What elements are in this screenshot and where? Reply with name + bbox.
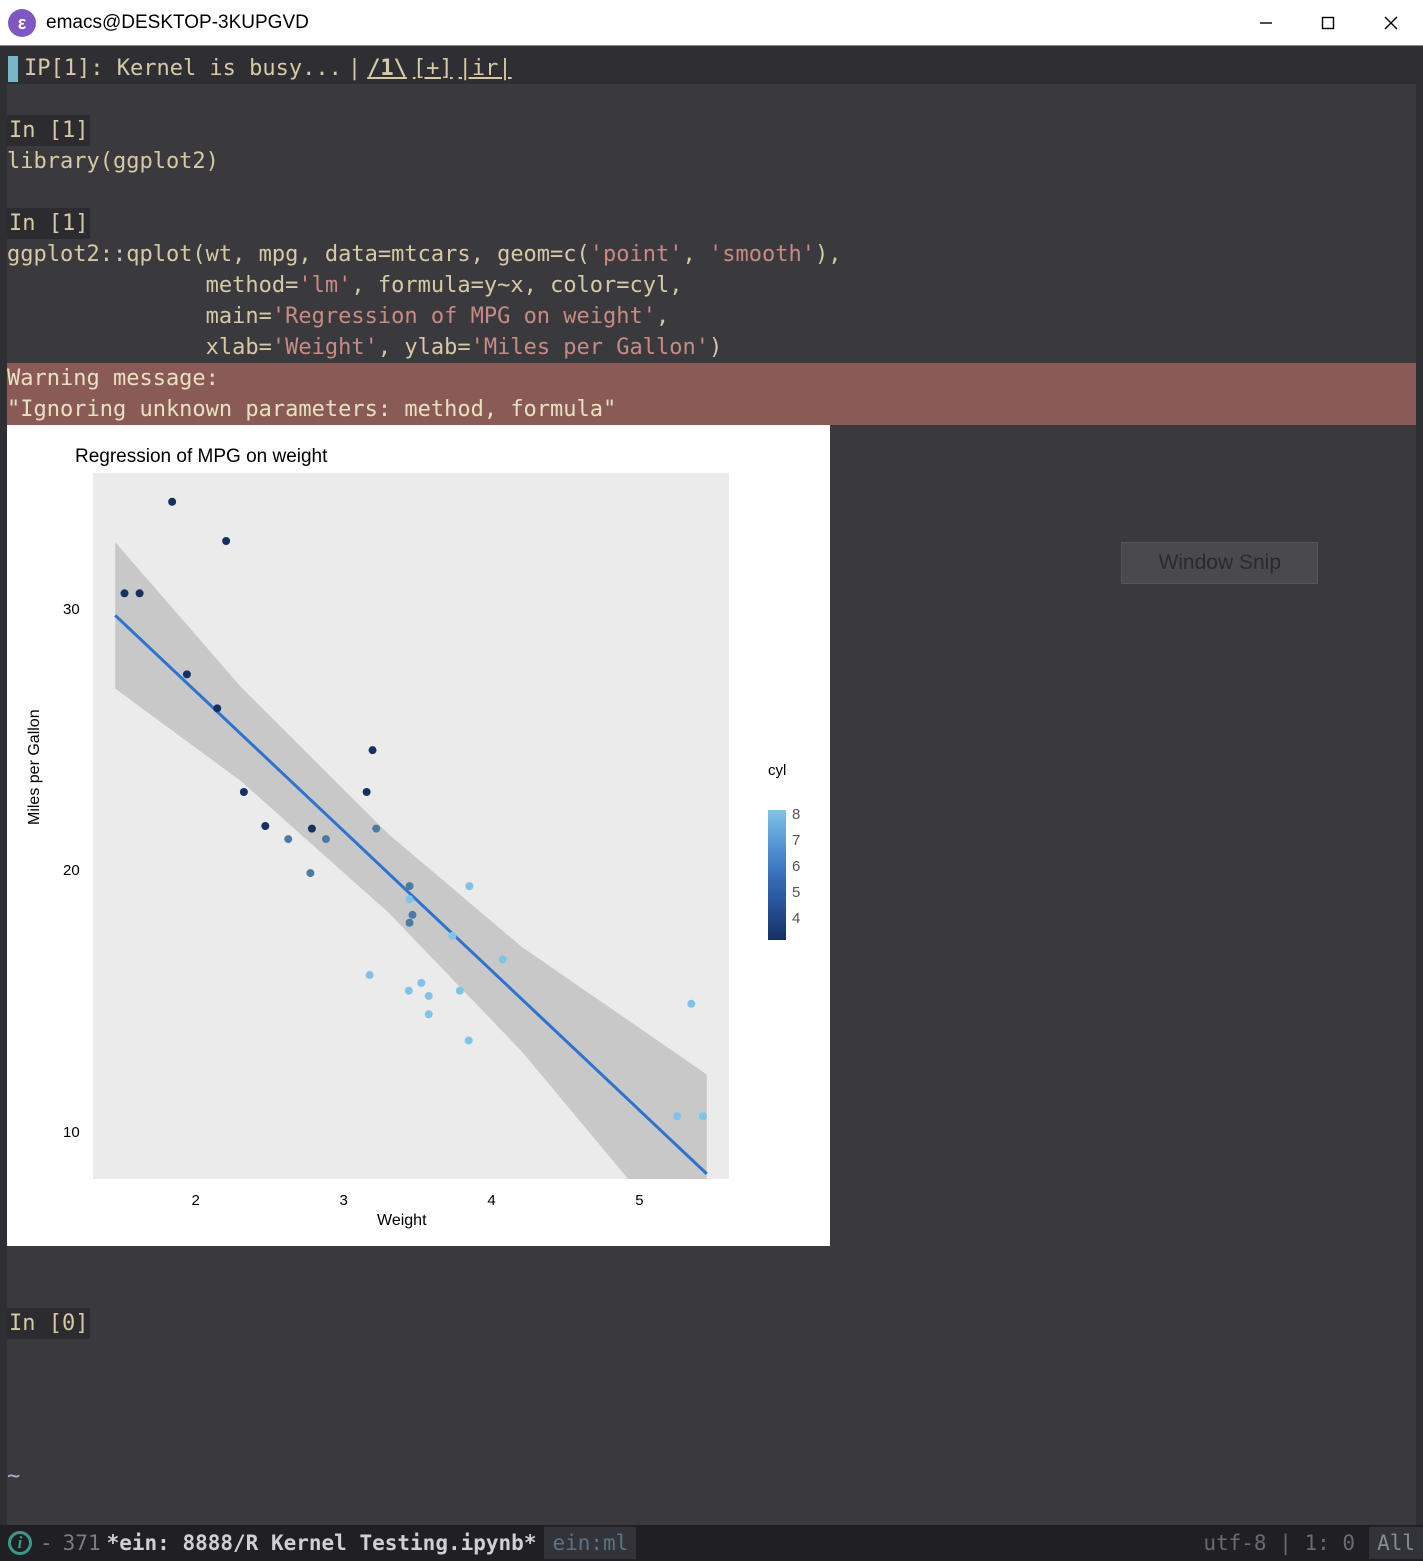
x-tick-label: 4	[487, 1185, 495, 1216]
code-line[interactable]: xlab='Weight', ylab='Miles per Gallon')	[7, 332, 1416, 363]
cell-prompt: In [1]	[7, 115, 90, 146]
legend-colorbar	[768, 810, 786, 940]
legend-title: cyl	[768, 755, 818, 786]
code-line[interactable]: library(ggplot2)	[7, 146, 1416, 177]
kernel-lang-indicator[interactable]: |ir|	[459, 53, 512, 84]
window-title: emacs@DESKTOP-3KUPGVD	[46, 12, 309, 34]
plot-ylabel: Miles per Gallon	[19, 709, 50, 825]
plot-title: Regression of MPG on weight	[75, 441, 327, 472]
modeline-line-count: 371	[63, 1531, 101, 1555]
plot-xlabel: Weight	[377, 1205, 427, 1236]
add-worksheet-button[interactable]: [+]	[413, 53, 453, 84]
modeline-encoding: utf-8 | 1: 0	[1203, 1531, 1355, 1555]
editor-area[interactable]: IP[1]: Kernel is busy...|/1\[+]|ir| In […	[0, 46, 1423, 1525]
worksheet-indicator[interactable]: /1\	[367, 53, 407, 84]
window-maximize-button[interactable]	[1297, 0, 1359, 45]
ein-header-line: IP[1]: Kernel is busy...|/1\[+]|ir|	[7, 53, 1416, 84]
window-titlebar: ε emacs@DESKTOP-3KUPGVD	[0, 0, 1423, 46]
code-line[interactable]: method='lm', formula=y~x, color=cyl,	[7, 270, 1416, 301]
window-snip-button[interactable]: Window Snip	[1121, 542, 1318, 584]
y-tick-label: 20	[63, 855, 80, 886]
cursor	[8, 56, 18, 82]
kernel-status: IP[1]: Kernel is busy...	[24, 53, 342, 84]
y-tick-label: 10	[63, 1117, 80, 1148]
emacs-modeline: i - 371 *ein: 8888/R Kernel Testing.ipyn…	[0, 1525, 1423, 1561]
modeline-dash: -	[40, 1531, 53, 1555]
modeline-major-mode[interactable]: ein:ml	[544, 1527, 636, 1559]
ggplot-output: Regression of MPG on weight 2 3 4 5 10 20 30 Mil…	[7, 425, 830, 1246]
code-line[interactable]: ggplot2::qplot(wt, mpg, data=mtcars, geo…	[7, 239, 1416, 270]
legend-ticks: 87654	[792, 802, 800, 932]
cell-prompt: In [1]	[7, 208, 90, 239]
info-icon: i	[8, 1531, 32, 1555]
y-tick-label: 30	[63, 594, 80, 625]
code-line[interactable]: main='Regression of MPG on weight',	[7, 301, 1416, 332]
plot-legend: cyl 87654	[768, 755, 818, 940]
buffer-end-tilde: ~	[7, 1464, 20, 1489]
x-tick-label: 3	[339, 1185, 347, 1216]
x-tick-label: 2	[192, 1185, 200, 1216]
window-minimize-button[interactable]	[1235, 0, 1297, 45]
modeline-buffer-name[interactable]: *ein: 8888/R Kernel Testing.ipynb*	[107, 1531, 537, 1555]
emacs-app-icon: ε	[8, 9, 36, 37]
x-tick-label: 5	[635, 1185, 643, 1216]
plot-panel	[93, 473, 729, 1179]
warning-output: Warning message: "Ignoring unknown param…	[7, 363, 1416, 425]
cell-prompt: In [0]	[7, 1308, 90, 1339]
modeline-scroll-indicator: All	[1369, 1527, 1423, 1559]
window-close-button[interactable]	[1359, 0, 1423, 45]
